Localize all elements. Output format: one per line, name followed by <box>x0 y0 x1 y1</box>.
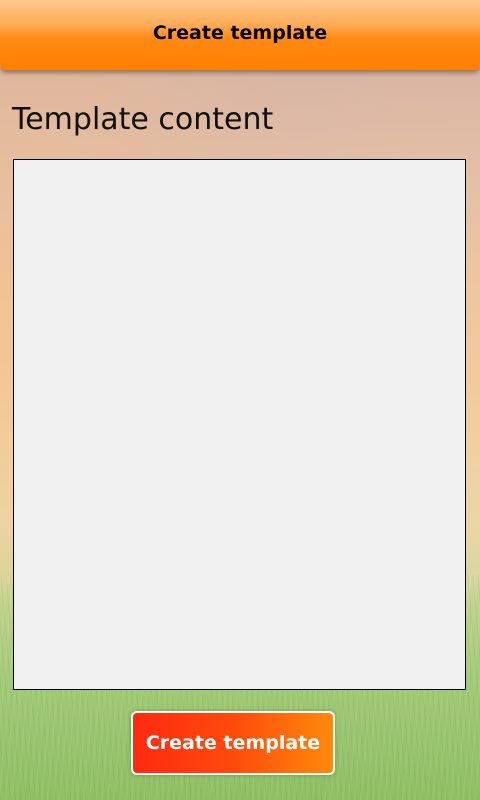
create-template-button-label: Create template <box>145 732 321 754</box>
app-header: Create template <box>0 0 480 70</box>
page-title: Create template <box>152 22 328 44</box>
create-template-button[interactable]: Create template <box>131 711 335 775</box>
template-content-textbox[interactable] <box>13 159 466 690</box>
template-content-label: Template content <box>12 102 274 137</box>
